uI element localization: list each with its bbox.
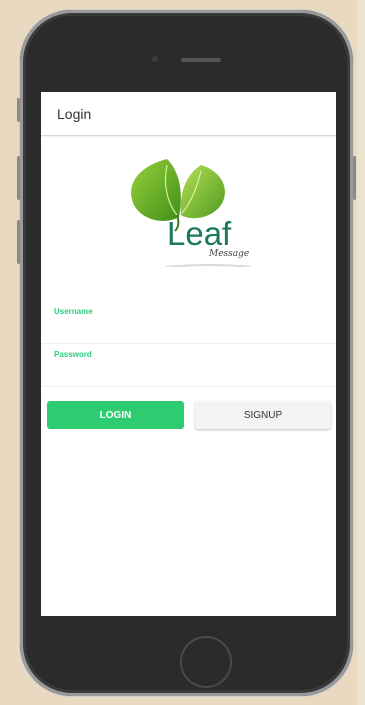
app-screen: Login Leaf Message Username Password LOG… bbox=[41, 92, 336, 616]
app-header: Login bbox=[41, 92, 336, 136]
mute-switch bbox=[17, 98, 20, 122]
background-strip bbox=[357, 0, 365, 705]
login-button[interactable]: LOGIN bbox=[47, 401, 184, 429]
logo-tagline: Message bbox=[209, 249, 250, 259]
username-field[interactable]: Username bbox=[41, 303, 336, 344]
volume-down-button bbox=[17, 220, 20, 264]
password-field[interactable]: Password bbox=[41, 346, 336, 387]
app-logo: Leaf Message bbox=[41, 147, 336, 267]
signup-button[interactable]: SIGNUP bbox=[195, 401, 331, 429]
front-camera bbox=[152, 56, 158, 62]
password-input[interactable] bbox=[54, 362, 324, 380]
home-button[interactable] bbox=[180, 636, 232, 688]
page-title: Login bbox=[57, 105, 92, 122]
password-label: Password bbox=[54, 350, 92, 359]
earpiece-speaker bbox=[181, 58, 221, 62]
logo-wordmark: Leaf bbox=[167, 215, 232, 252]
power-button bbox=[353, 156, 356, 200]
volume-up-button bbox=[17, 156, 20, 200]
username-label: Username bbox=[54, 307, 93, 316]
username-input[interactable] bbox=[54, 319, 324, 337]
